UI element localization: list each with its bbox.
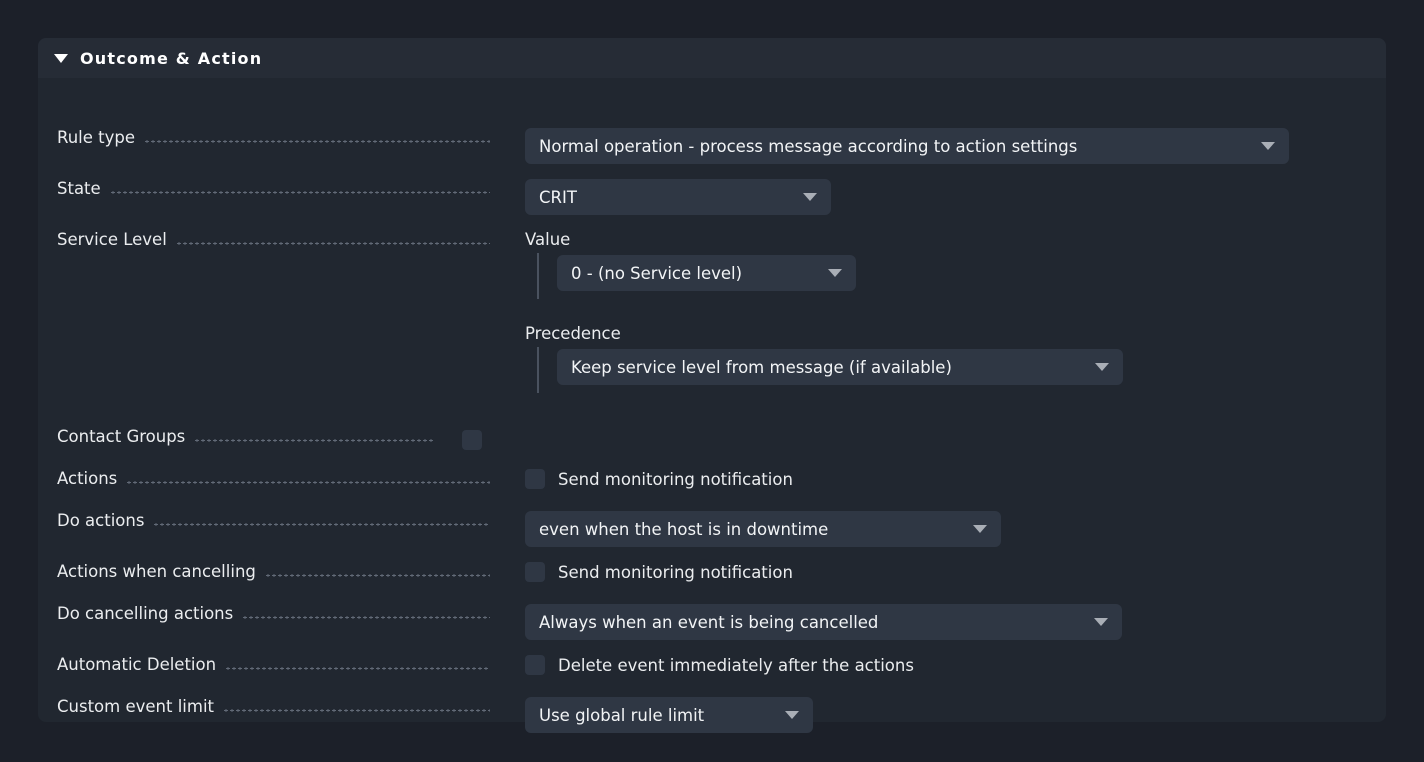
automatic-deletion-checkbox-row[interactable]: Delete event immediately after the actio… [525,655,1386,675]
field-cell-contact-groups [434,427,1386,450]
chevron-down-icon[interactable] [973,525,987,533]
row-do-actions: Do actions even when the host is in down… [38,511,1386,547]
label-state: State [57,179,101,198]
row-rule-type: Rule type Normal operation - process mes… [38,128,1386,164]
page-title: Outcome & Action [80,48,263,68]
leader-dots [264,574,490,577]
delete-event-checkbox[interactable] [525,655,545,675]
service-level-value-title: Value [525,230,571,249]
state-dropdown[interactable]: CRIT [525,179,831,215]
row-custom-event-limit: Custom event limit Use global rule limit [38,697,1386,733]
delete-event-label: Delete event immediately after the actio… [558,655,914,675]
actions-checkbox-row[interactable]: Send monitoring notification [525,469,1386,489]
label-cell-custom-event-limit: Custom event limit [38,697,490,716]
row-state: State CRIT [38,179,1386,215]
service-level-value-dropdown[interactable]: 0 - (no Service level) [557,255,856,291]
leader-dots [109,191,490,194]
do-cancelling-actions-value: Always when an event is being cancelled [539,612,879,632]
label-cell-actions-when-cancelling: Actions when cancelling [38,562,490,581]
label-automatic-deletion: Automatic Deletion [57,655,217,674]
leader-dots [242,616,490,619]
service-level-precedence-dropdown[interactable]: Keep service level from message (if avai… [557,349,1123,385]
field-cell-do-actions: even when the host is in downtime [490,511,1386,547]
caret-down-icon[interactable] [54,53,68,63]
row-service-level: Service Level Value 0 - (no Service leve… [38,230,1386,393]
chevron-down-icon[interactable] [785,711,799,719]
row-actions: Actions Send monitoring notification [38,469,1386,489]
row-contact-groups: Contact Groups [38,427,1386,450]
chevron-down-icon[interactable] [1094,618,1108,626]
service-level-precedence-title: Precedence [525,324,621,343]
service-level-value: 0 - (no Service level) [571,263,743,283]
leader-dots [126,481,490,484]
label-do-cancelling-actions: Do cancelling actions [57,604,234,623]
leader-dots [144,140,490,143]
label-cell-service-level: Service Level [38,230,490,249]
outcome-and-action-panel: Outcome & Action Rule type Normal operat… [38,38,1386,733]
row-do-cancelling-actions: Do cancelling actions Always when an eve… [38,604,1386,640]
row-actions-when-cancelling: Actions when cancelling Send monitoring … [38,562,1386,582]
cancelling-send-notification-checkbox[interactable] [525,562,545,582]
label-custom-event-limit: Custom event limit [57,697,214,716]
do-cancelling-actions-dropdown[interactable]: Always when an event is being cancelled [525,604,1122,640]
custom-event-limit-dropdown[interactable]: Use global rule limit [525,697,813,733]
do-actions-value: even when the host is in downtime [539,519,829,539]
label-actions-when-cancelling: Actions when cancelling [57,562,256,581]
leader-dots [175,242,490,245]
field-cell-actions: Send monitoring notification [490,469,1386,489]
leader-dots [153,523,490,526]
field-cell-state: CRIT [490,179,1386,215]
label-cell-actions: Actions [38,469,490,488]
field-cell-actions-when-cancelling: Send monitoring notification [490,562,1386,582]
service-level-precedence-group: Keep service level from message (if avai… [525,347,1386,393]
cancelling-send-notification-label: Send monitoring notification [558,562,793,582]
service-level-value-group: 0 - (no Service level) [525,253,1386,299]
state-value: CRIT [539,187,577,207]
field-cell-rule-type: Normal operation - process message accor… [490,128,1386,164]
actions-send-notification-checkbox[interactable] [525,469,545,489]
do-actions-dropdown[interactable]: even when the host is in downtime [525,511,1001,547]
contact-groups-checkbox[interactable] [462,429,482,450]
chevron-down-icon[interactable] [803,193,817,201]
label-service-level: Service Level [57,230,167,249]
chevron-down-icon[interactable] [828,269,842,277]
chevron-down-icon[interactable] [1261,142,1275,150]
label-cell-do-actions: Do actions [38,511,490,530]
label-do-actions: Do actions [57,511,145,530]
row-automatic-deletion: Automatic Deletion Delete event immediat… [38,655,1386,675]
label-contact-groups: Contact Groups [57,427,186,446]
rule-type-dropdown[interactable]: Normal operation - process message accor… [525,128,1289,164]
field-cell-automatic-deletion: Delete event immediately after the actio… [490,655,1386,675]
leader-dots [223,709,490,712]
custom-event-limit-value: Use global rule limit [539,705,705,725]
chevron-down-icon[interactable] [1095,363,1109,371]
label-actions: Actions [57,469,118,488]
actions-send-notification-label: Send monitoring notification [558,469,793,489]
field-cell-do-cancelling-actions: Always when an event is being cancelled [490,604,1386,640]
leader-dots [194,439,434,442]
leader-dots [225,667,490,670]
rule-type-value: Normal operation - process message accor… [539,136,1078,156]
label-cell-state: State [38,179,490,198]
actions-when-cancelling-checkbox-row[interactable]: Send monitoring notification [525,562,1386,582]
label-cell-automatic-deletion: Automatic Deletion [38,655,490,674]
panel-header[interactable]: Outcome & Action [38,38,1386,78]
field-cell-custom-event-limit: Use global rule limit [490,697,1386,733]
field-cell-service-level: Value 0 - (no Service level) Precedence … [490,230,1386,393]
service-level-precedence-value: Keep service level from message (if avai… [571,357,952,377]
label-cell-do-cancelling-actions: Do cancelling actions [38,604,490,623]
label-rule-type: Rule type [57,128,136,147]
label-cell-rule-type: Rule type [38,128,490,147]
label-cell-contact-groups: Contact Groups [38,427,434,446]
